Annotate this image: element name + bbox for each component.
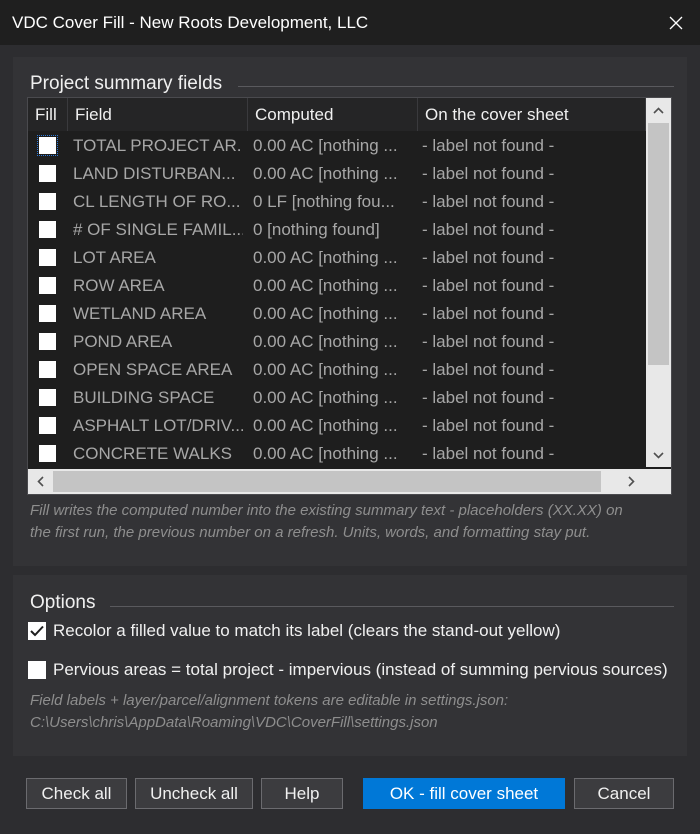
- vertical-scrollbar[interactable]: [646, 98, 671, 467]
- computed-cell: 0.00 AC [nothing ...: [253, 444, 398, 463]
- field-cell: CL LENGTH OF RO...: [73, 192, 241, 211]
- fill-checkbox[interactable]: [37, 135, 58, 156]
- fill-checkbox[interactable]: [39, 165, 56, 182]
- table-row[interactable]: OPEN SPACE AREA 0.00 AC [nothing ... - lab…: [28, 356, 646, 384]
- table-row[interactable]: WETLAND AREA 0.00 AC [nothing ... - label …: [28, 300, 646, 328]
- fill-checkbox[interactable]: [39, 249, 56, 266]
- table-row[interactable]: TOTAL PROJECT AR... 0.00 AC [nothing ... -…: [28, 132, 646, 160]
- cover-sheet-cell: - label not found -: [422, 304, 555, 323]
- cover-sheet-cell: - label not found -: [422, 332, 555, 351]
- table-row[interactable]: POND AREA 0.00 AC [nothing ... - label not…: [28, 328, 646, 356]
- cover-sheet-cell: - label not found -: [422, 220, 555, 239]
- cover-sheet-cell: - label not found -: [422, 192, 555, 211]
- field-cell: LOT AREA: [73, 248, 156, 267]
- window-title: VDC Cover Fill - New Roots Development, …: [12, 13, 369, 32]
- recolor-checkbox[interactable]: [28, 622, 46, 640]
- computed-cell: 0.00 AC [nothing ...: [253, 304, 398, 323]
- fill-checkbox[interactable]: [39, 305, 56, 322]
- recolor-option[interactable]: Recolor a filled value to match its labe…: [28, 621, 560, 641]
- settings-path-line: C:\Users\chris\AppData\Roaming\VDC\Cover…: [30, 714, 438, 731]
- check-all-button[interactable]: Check all: [26, 778, 127, 809]
- computed-cell: 0.00 AC [nothing ...: [253, 416, 398, 435]
- field-cell: WETLAND AREA: [73, 304, 207, 323]
- table-row[interactable]: # OF SINGLE FAMIL... 0 [nothing found] - l…: [28, 216, 646, 244]
- cover-sheet-cell: - label not found -: [422, 388, 555, 407]
- field-cell: BUILDING SPACE: [73, 388, 215, 407]
- column-header-cover[interactable]: On the cover sheet: [418, 98, 646, 131]
- cover-sheet-cell: - label not found -: [422, 276, 555, 295]
- pervious-checkbox[interactable]: [28, 661, 46, 679]
- field-cell: POND AREA: [73, 332, 173, 351]
- column-header-computed[interactable]: Computed: [248, 98, 418, 131]
- fill-checkbox[interactable]: [39, 193, 56, 210]
- computed-cell: 0.00 AC [nothing ...: [253, 332, 398, 351]
- scroll-down-icon[interactable]: [653, 452, 664, 459]
- horizontal-scroll-thumb[interactable]: [53, 471, 601, 492]
- summary-grid[interactable]: Fill Field Computed On the cover sheet T…: [27, 97, 672, 495]
- field-cell: LAND DISTURBAN...: [73, 164, 236, 183]
- table-row[interactable]: CONCRETE WALKS 0.00 AC [nothing ... - labe…: [28, 440, 646, 468]
- help-button[interactable]: Help: [261, 778, 343, 809]
- scroll-up-icon[interactable]: [653, 107, 664, 114]
- options-group-rule: [110, 606, 674, 607]
- column-header-fill[interactable]: Fill: [28, 98, 68, 131]
- cover-sheet-cell: - label not found -: [422, 360, 555, 379]
- cover-sheet-cell: - label not found -: [422, 444, 555, 463]
- checkmark-icon: [30, 625, 44, 637]
- scroll-right-icon[interactable]: [628, 476, 635, 487]
- vertical-scroll-thumb[interactable]: [648, 123, 669, 365]
- pervious-option[interactable]: Pervious areas = total project - impervi…: [28, 660, 668, 680]
- computed-cell: 0 LF [nothing fou...: [253, 192, 395, 211]
- fill-help-line-1: Fill writes the computed number into the…: [30, 502, 623, 519]
- table-row[interactable]: LAND DISTURBAN... 0.00 AC [nothing ... - l…: [28, 160, 646, 188]
- computed-cell: 0.00 AC [nothing ...: [253, 388, 398, 407]
- scroll-left-icon[interactable]: [37, 476, 44, 487]
- fill-checkbox[interactable]: [39, 417, 56, 434]
- table-row[interactable]: BUILDING SPACE 0.00 AC [nothing ... - labe…: [28, 384, 646, 412]
- field-cell: ROW AREA: [73, 276, 165, 295]
- summary-group-rule: [238, 86, 674, 87]
- computed-cell: 0.00 AC [nothing ...: [253, 164, 398, 183]
- ok-fill-cover-sheet-button[interactable]: OK - fill cover sheet: [363, 778, 565, 809]
- recolor-label: Recolor a filled value to match its labe…: [53, 621, 561, 640]
- fill-checkbox[interactable]: [39, 277, 56, 294]
- computed-cell: 0.00 AC [nothing ...: [253, 248, 398, 267]
- field-cell: OPEN SPACE AREA: [73, 360, 233, 379]
- scrollbar-corner: [646, 469, 671, 494]
- cover-sheet-cell: - label not found -: [422, 164, 555, 183]
- fill-help-line-2: the first run, the previous number on a …: [30, 524, 591, 541]
- table-row[interactable]: ROW AREA 0.00 AC [nothing ... - label not …: [28, 272, 646, 300]
- cover-sheet-cell: - label not found -: [422, 248, 555, 267]
- computed-cell: 0.00 AC [nothing ...: [253, 136, 398, 155]
- options-group-legend: Options: [30, 592, 96, 613]
- title-bar: VDC Cover Fill - New Roots Development, …: [0, 0, 700, 45]
- table-row[interactable]: ASPHALT LOT/DRIV... 0.00 AC [nothing ... -…: [28, 412, 646, 440]
- horizontal-scrollbar[interactable]: [28, 469, 646, 494]
- fill-checkbox[interactable]: [39, 333, 56, 350]
- settings-help-line-1: Field labels + layer/parcel/alignment to…: [30, 692, 509, 709]
- computed-cell: 0.00 AC [nothing ...: [253, 360, 398, 379]
- field-cell: TOTAL PROJECT AR...: [73, 136, 243, 155]
- cancel-button[interactable]: Cancel: [574, 778, 674, 809]
- field-cell: CONCRETE WALKS: [73, 444, 233, 463]
- computed-cell: 0 [nothing found]: [253, 220, 380, 239]
- fill-checkbox[interactable]: [39, 445, 56, 462]
- cover-sheet-cell: - label not found -: [422, 136, 555, 155]
- table-row[interactable]: LOT AREA 0.00 AC [nothing ... - label not …: [28, 244, 646, 272]
- close-icon: [669, 16, 683, 29]
- field-cell: # OF SINGLE FAMIL...: [73, 220, 243, 239]
- fill-checkbox[interactable]: [39, 361, 56, 378]
- close-button[interactable]: [652, 0, 700, 45]
- table-row[interactable]: CL LENGTH OF RO... 0 LF [nothing fou... - …: [28, 188, 646, 216]
- pervious-label: Pervious areas = total project - impervi…: [53, 660, 668, 679]
- summary-group-legend: Project summary fields: [30, 73, 223, 94]
- uncheck-all-button[interactable]: Uncheck all: [135, 778, 253, 809]
- computed-cell: 0.00 AC [nothing ...: [253, 276, 398, 295]
- fill-checkbox[interactable]: [39, 389, 56, 406]
- field-cell: ASPHALT LOT/DRIV...: [73, 416, 243, 435]
- cover-sheet-cell: - label not found -: [422, 416, 555, 435]
- fill-checkbox[interactable]: [39, 221, 56, 238]
- column-header-field[interactable]: Field: [68, 98, 248, 131]
